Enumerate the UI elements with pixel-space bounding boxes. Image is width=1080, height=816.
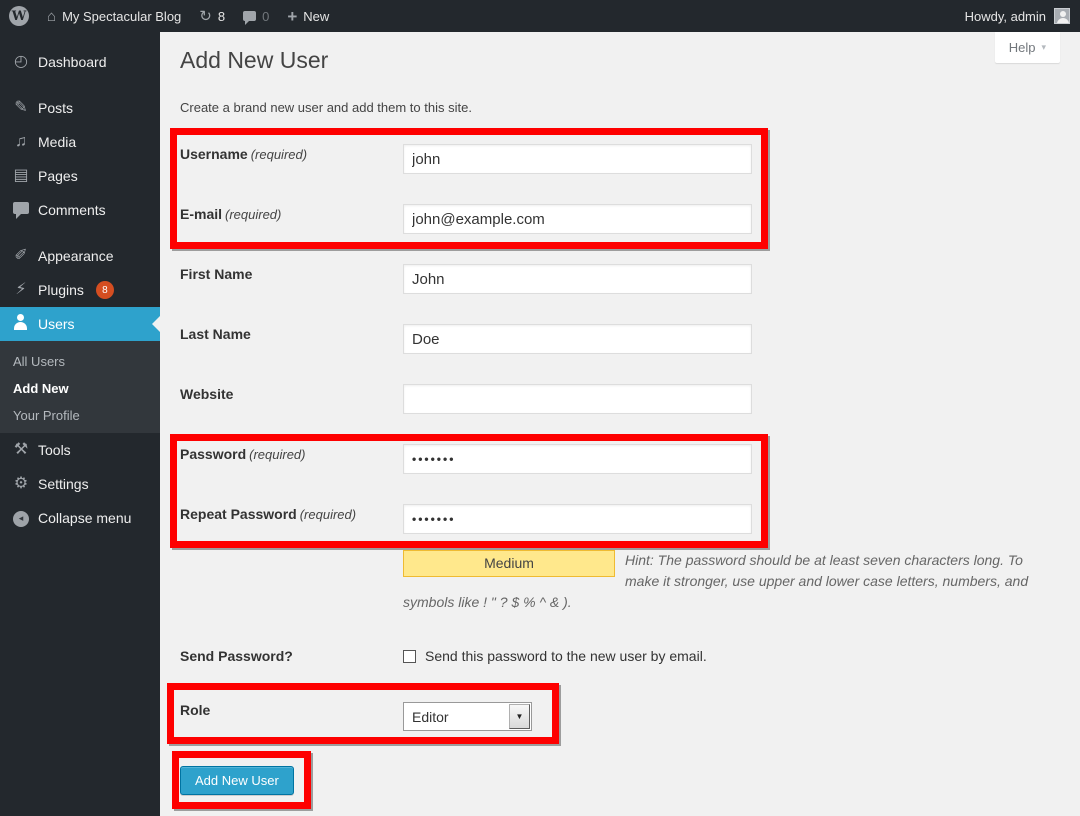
add-user-form: Username(required) E-mail(required) Firs… — [180, 130, 1060, 795]
updates-link[interactable]: ↻ 8 — [190, 0, 234, 32]
website-input[interactable] — [403, 384, 752, 414]
email-label: E-mail(required) — [180, 190, 403, 250]
password-label: Password(required) — [180, 430, 403, 490]
sidebar-item-dashboard[interactable]: ◴ Dashboard — [0, 45, 160, 79]
repeat-password-input[interactable] — [403, 504, 752, 534]
sidebar-item-users[interactable]: Users — [0, 307, 160, 341]
password-strength-meter: Medium — [403, 550, 615, 577]
comment-bubble-icon — [243, 11, 256, 21]
role-select[interactable]: Editor ▼ — [403, 702, 532, 731]
help-tab-button[interactable]: Help ▾ — [995, 32, 1060, 63]
sidebar-item-media[interactable]: ♫ Media — [0, 125, 160, 159]
form-row-send-password: Send Password? Send this password to the… — [180, 634, 1060, 694]
user-avatar — [1054, 8, 1070, 24]
submenu-item-add-new[interactable]: Add New — [0, 375, 160, 402]
sidebar-item-comments[interactable]: Comments — [0, 193, 160, 227]
last-name-input[interactable] — [403, 324, 752, 354]
sidebar-item-posts[interactable]: ✎ Posts — [0, 91, 160, 125]
admin-menu: ◴ Dashboard ✎ Posts ♫ Media ▤ Pages Comm… — [0, 32, 160, 535]
sidebar-item-plugins[interactable]: ⚡ Plugins 8 — [0, 273, 160, 307]
sidebar-item-tools[interactable]: ⚒ Tools — [0, 433, 160, 467]
admin-sidebar: ◴ Dashboard ✎ Posts ♫ Media ▤ Pages Comm… — [0, 32, 160, 816]
submenu-item-your-profile[interactable]: Your Profile — [0, 402, 160, 429]
paintbrush-icon: ✐ — [10, 248, 32, 264]
add-new-user-button[interactable]: Add New User — [180, 766, 294, 795]
role-selected-value: Editor — [412, 709, 449, 725]
users-submenu: All Users Add New Your Profile — [0, 341, 160, 433]
collapse-arrow-icon: ◂ — [10, 509, 32, 527]
sidebar-item-appearance[interactable]: ✐ Appearance — [0, 239, 160, 273]
form-row-password: Password(required) — [180, 430, 1060, 490]
dashboard-icon: ◴ — [10, 54, 32, 70]
sidebar-item-pages[interactable]: ▤ Pages — [0, 159, 160, 193]
chevron-down-icon: ▾ — [1041, 42, 1046, 53]
media-icon: ♫ — [10, 134, 32, 150]
admin-bar: W ⌂ My Spectacular Blog ↻ 8 0 + New Howd… — [0, 0, 1080, 32]
site-name-label: My Spectacular Blog — [62, 9, 181, 24]
page-subtitle: Create a brand new user and add them to … — [180, 100, 1060, 115]
website-label: Website — [180, 370, 403, 430]
plugins-update-badge: 8 — [96, 281, 114, 299]
first-name-label: First Name — [180, 250, 403, 310]
plus-icon: + — [287, 8, 297, 25]
form-row-username: Username(required) — [180, 130, 1060, 190]
password-input[interactable] — [403, 444, 752, 474]
last-name-label: Last Name — [180, 310, 403, 370]
menu-separator — [0, 79, 160, 91]
updates-icon: ↻ — [199, 9, 212, 24]
comments-count: 0 — [262, 9, 269, 24]
wrench-icon: ⚒ — [10, 442, 32, 458]
updates-count: 8 — [218, 9, 225, 24]
send-password-label: Send Password? — [180, 634, 403, 694]
send-password-checkbox[interactable] — [403, 650, 416, 663]
howdy-label: Howdy, admin — [965, 9, 1046, 24]
admin-bar-left: W ⌂ My Spectacular Blog ↻ 8 0 + New — [0, 0, 338, 32]
comments-bubble-icon — [10, 202, 32, 218]
email-input[interactable] — [403, 204, 752, 234]
sidebar-item-settings[interactable]: ⚙ Settings — [0, 467, 160, 501]
role-label: Role — [180, 694, 403, 760]
main-content: Help ▾ Add New User Create a brand new u… — [160, 32, 1080, 816]
first-name-input[interactable] — [403, 264, 752, 294]
page-title: Add New User — [180, 32, 1060, 75]
form-row-role: Role Editor ▼ — [180, 694, 1060, 760]
home-icon: ⌂ — [47, 9, 56, 24]
form-row-password-strength: Medium Hint: The password should be at l… — [180, 550, 1060, 634]
wordpress-logo-icon: W — [9, 6, 29, 26]
form-row-email: E-mail(required) — [180, 190, 1060, 250]
form-row-first-name: First Name — [180, 250, 1060, 310]
submenu-item-all-users[interactable]: All Users — [0, 348, 160, 375]
collapse-menu-button[interactable]: ◂ Collapse menu — [0, 501, 160, 535]
select-arrow-icon: ▼ — [509, 704, 530, 729]
pushpin-icon: ✎ — [10, 100, 32, 116]
send-password-checkbox-label: Send this password to the new user by em… — [425, 648, 707, 664]
menu-separator — [0, 227, 160, 239]
plug-icon: ⚡ — [10, 282, 32, 298]
pages-icon: ▤ — [10, 168, 32, 184]
form-row-repeat-password: Repeat Password(required) — [180, 490, 1060, 550]
person-icon — [10, 314, 32, 334]
account-menu[interactable]: Howdy, admin — [965, 0, 1080, 32]
username-input[interactable] — [403, 144, 752, 174]
new-content-menu[interactable]: + New — [278, 0, 338, 32]
settings-sliders-icon: ⚙ — [10, 476, 32, 492]
form-row-website: Website — [180, 370, 1060, 430]
repeat-password-label: Repeat Password(required) — [180, 490, 403, 550]
comments-link[interactable]: 0 — [234, 0, 278, 32]
wordpress-logo-menu[interactable]: W — [0, 0, 38, 32]
new-label: New — [303, 9, 329, 24]
site-name-link[interactable]: ⌂ My Spectacular Blog — [38, 0, 190, 32]
username-label: Username(required) — [180, 130, 403, 190]
form-row-last-name: Last Name — [180, 310, 1060, 370]
